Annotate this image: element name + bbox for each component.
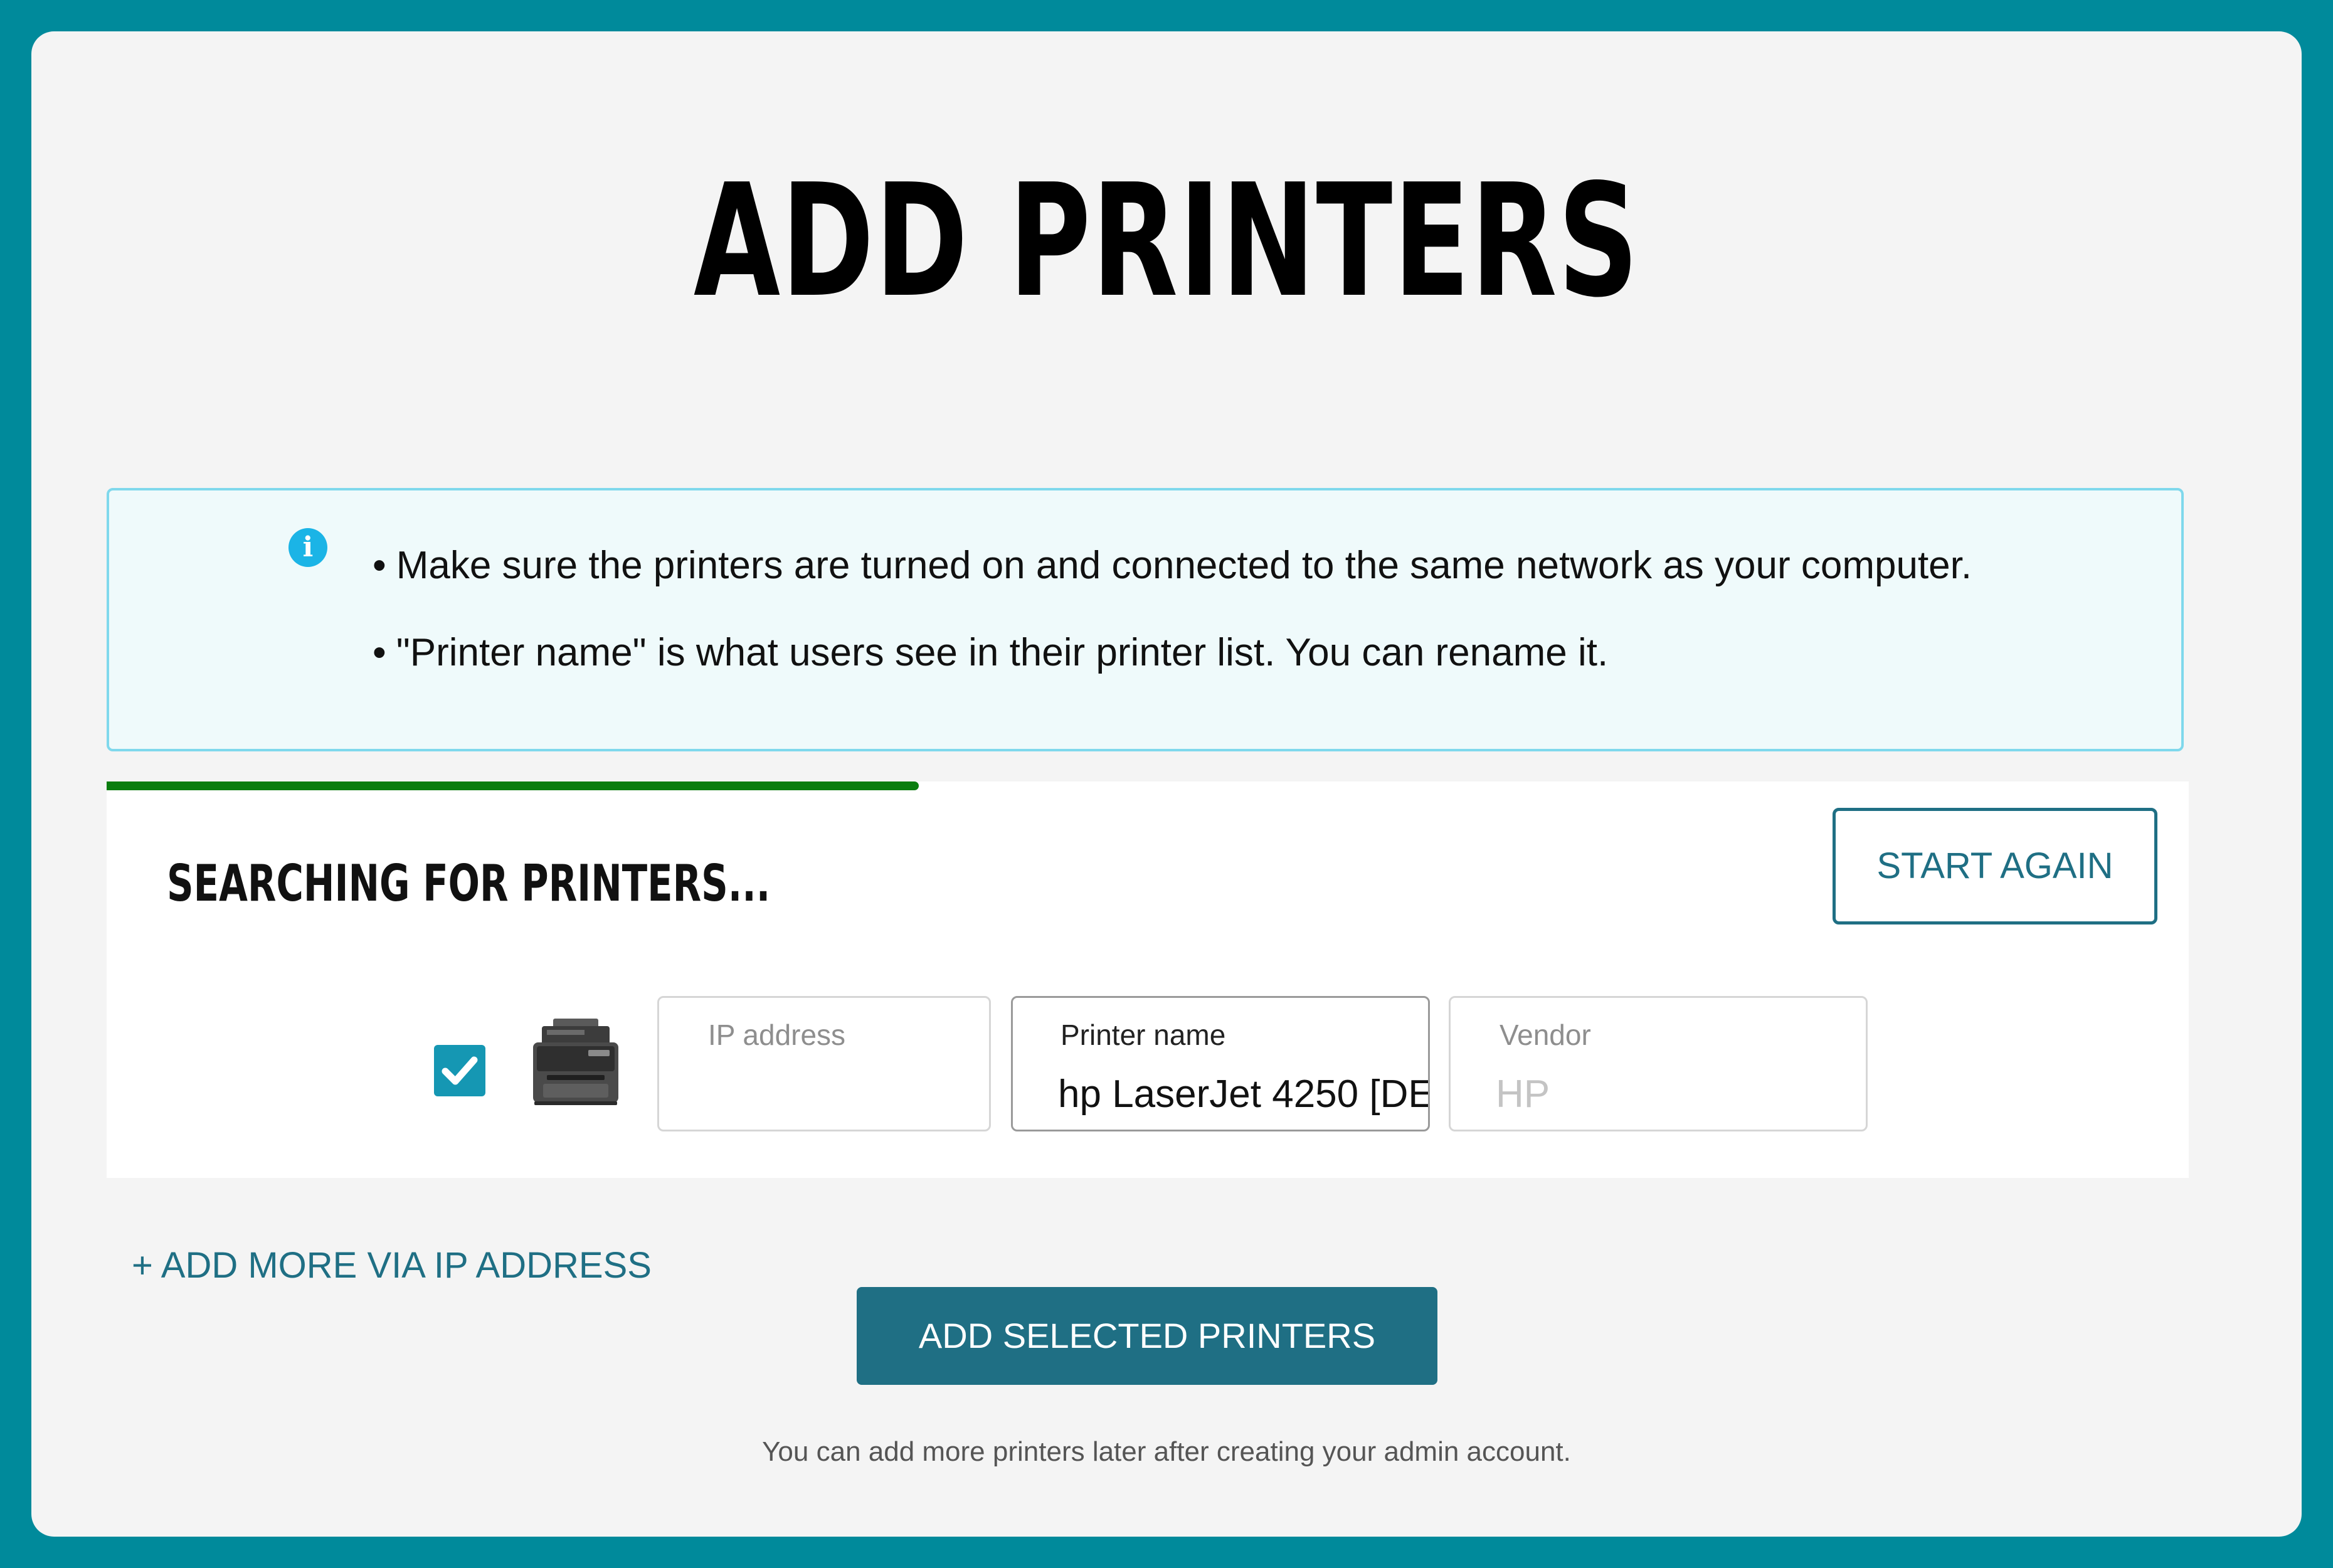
check-icon xyxy=(442,1056,478,1085)
info-icon: i xyxy=(288,528,327,567)
bullet: • xyxy=(373,631,386,674)
printer-select-checkbox[interactable] xyxy=(434,1045,485,1096)
add-selected-printers-button[interactable]: ADD SELECTED PRINTERS xyxy=(857,1287,1437,1385)
info-line-printer-name-text: "Printer name" is what users see in thei… xyxy=(396,631,1609,674)
ip-address-field[interactable]: IP address xyxy=(657,996,991,1131)
footnote: You can add more printers later after cr… xyxy=(762,1436,1571,1467)
printer-row: IP address Printer name hp LaserJet 4250… xyxy=(107,781,2189,1178)
printer-name-field[interactable]: Printer name hp LaserJet 4250 [DE xyxy=(1011,996,1430,1131)
vendor-field[interactable]: Vendor HP xyxy=(1449,996,1868,1131)
printer-icon xyxy=(528,1014,623,1108)
page-title: ADD PRINTERS xyxy=(693,151,1640,332)
bullet: • xyxy=(373,544,386,587)
search-panel: SEARCHING FOR PRINTERS... START AGAIN IP… xyxy=(107,781,2189,1178)
printer-name-label: Printer name xyxy=(1061,1019,1226,1051)
ip-address-label: IP address xyxy=(708,1019,846,1051)
vendor-label: Vendor xyxy=(1500,1019,1591,1051)
vendor-value: HP xyxy=(1496,1073,1550,1116)
info-box: i • Make sure the printers are turned on … xyxy=(107,488,2184,751)
setup-card: ADD PRINTERS i • Make sure the printers a… xyxy=(31,31,2302,1537)
add-more-via-ip-link[interactable]: + ADD MORE VIA IP ADDRESS xyxy=(132,1244,652,1286)
info-line-network-text: Make sure the printers are turned on and… xyxy=(396,544,1972,587)
info-line-network: • Make sure the printers are turned on an… xyxy=(373,543,1972,588)
printer-name-value: hp LaserJet 4250 [DE xyxy=(1058,1073,1430,1116)
info-line-printer-name: • "Printer name" is what users see in the… xyxy=(373,630,1608,675)
